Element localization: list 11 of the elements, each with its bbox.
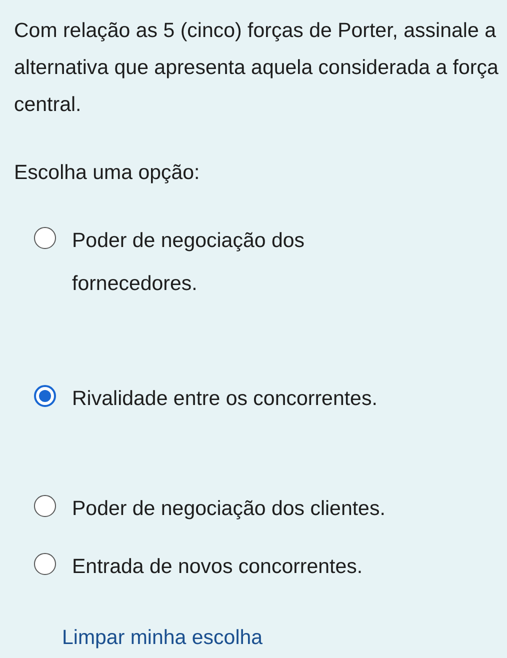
option-label[interactable]: Poder de negociação dos clientes. (72, 487, 386, 530)
option-label[interactable]: Rivalidade entre os concorrentes. (72, 377, 378, 420)
option-label[interactable]: Poder de negociação dos fornecedores. (72, 219, 372, 305)
question-text: Com relação as 5 (cinco) forças de Porter, assinale a alternativa que apresenta aquela considerada a força central. (14, 18, 499, 118)
radio-button[interactable] (34, 553, 56, 575)
prompt-text: Escolha uma opção: (14, 160, 201, 186)
option-label[interactable]: Entrada de novos concorrentes. (72, 545, 363, 588)
clear-choice-link[interactable]: Limpar minha escolha (62, 619, 499, 656)
radio-button[interactable] (34, 495, 56, 517)
radio-button[interactable] (34, 385, 56, 407)
radio-button[interactable] (34, 227, 56, 249)
